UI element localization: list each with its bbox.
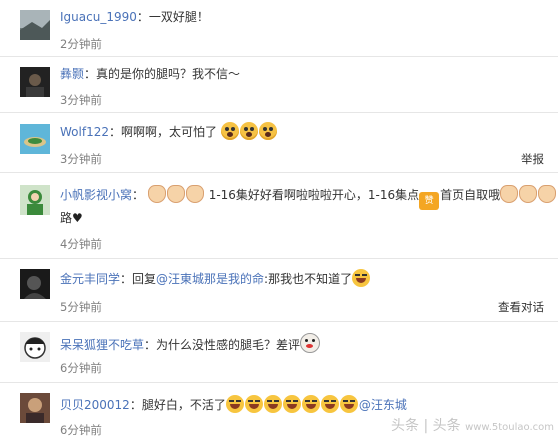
comment-username[interactable]: Wolf122: [60, 125, 109, 139]
comment-username[interactable]: 彝颢: [60, 67, 84, 81]
clap-icon: [147, 185, 166, 203]
user-avatar[interactable]: [20, 185, 50, 215]
user-avatar[interactable]: [20, 124, 50, 154]
view-conversation-link[interactable]: 查看对话: [498, 299, 544, 315]
comment-username[interactable]: 金元丰同学: [60, 272, 120, 286]
report-link[interactable]: 举报: [521, 151, 544, 167]
comment-text: ：为什么没性感的腿毛？差评: [144, 338, 301, 352]
mention-link[interactable]: @汪东城: [359, 398, 407, 412]
pig-face-icon: [300, 333, 321, 353]
comment-text: ：回复: [120, 272, 157, 286]
user-avatar[interactable]: [20, 332, 50, 362]
laugh-cry-icon: [320, 395, 339, 413]
clap-icon: [166, 185, 185, 203]
laugh-cry-icon: [244, 395, 263, 413]
clap-icon: [185, 185, 204, 203]
comment-time: 2分钟前: [60, 37, 102, 51]
comment-username[interactable]: 呆呆狐狸不吃草: [60, 338, 144, 352]
watermark-text: 头条 | 头条: [391, 418, 461, 434]
comment-item: 金元丰同学：回复@汪東城那是我的命:那我也不知道了 5分钟前 查看对话: [0, 259, 558, 321]
comment-time: 6分钟前: [60, 423, 102, 437]
clap-icon: [500, 185, 519, 203]
mention-link[interactable]: @汪東城那是我的命: [156, 272, 264, 286]
comment-text: 1-16集好好看啊啦啦啦开心，1-16集点: [208, 188, 420, 202]
watermark: 头条 | 头条 www.5toulao.com: [391, 415, 554, 435]
comment-item: Wolf122：啊啊啊，太可怕了 3分钟前 举报: [0, 113, 558, 171]
comment-text: ：真的是你的腿吗？我不信～: [84, 67, 241, 81]
user-avatar[interactable]: [20, 10, 50, 40]
comment-text: ：: [132, 188, 145, 202]
scared-face-icon: [239, 122, 258, 140]
laugh-cry-icon: [263, 395, 282, 413]
user-avatar[interactable]: [20, 393, 50, 423]
comment-time: 3分钟前: [60, 152, 102, 166]
comment-username[interactable]: 小帆影视小窝: [60, 188, 132, 202]
comment-time: 6分钟前: [60, 361, 102, 375]
comment-text: :那我也不知道了: [264, 272, 353, 286]
comment-item: 彝颢：真的是你的腿吗？我不信～ 3分钟前: [0, 57, 558, 112]
comment-item: Iguacu_1990：一双好腿！ 2分钟前: [0, 0, 558, 55]
scared-face-icon: [258, 122, 277, 140]
comment-time: 3分钟前: [60, 93, 102, 107]
comment-text: ：腿好白，不活了: [129, 398, 226, 412]
comment-username[interactable]: Iguacu_1990: [60, 10, 137, 24]
comment-username[interactable]: 贝贝200012: [60, 398, 130, 412]
praise-badge-icon: 赞: [419, 192, 440, 210]
comment-item: 呆呆狐狸不吃草：为什么没性感的腿毛？差评 6分钟前: [0, 322, 558, 382]
user-avatar[interactable]: [20, 269, 50, 299]
laugh-cry-icon: [301, 395, 320, 413]
watermark-url: www.5toulao.com: [465, 422, 554, 433]
laugh-cry-icon: [282, 395, 301, 413]
user-avatar[interactable]: [20, 67, 50, 97]
comment-time: 5分钟前: [60, 300, 102, 314]
laugh-cry-icon: [339, 395, 358, 413]
comment-item: 小帆影视小窝： 1-16集好好看啊啦啦啦开心，1-16集点赞首页自取哦 路♥ 4…: [0, 173, 558, 258]
comment-text: 路: [60, 211, 73, 225]
laugh-cry-icon: [225, 395, 244, 413]
laugh-cry-icon: [352, 269, 371, 287]
heart-icon: ♥: [72, 211, 83, 225]
clap-icon: [519, 185, 538, 203]
scared-face-icon: [220, 122, 239, 140]
clap-icon: [538, 185, 557, 203]
comment-time: 4分钟前: [60, 237, 102, 251]
comment-text: ：一双好腿！: [136, 10, 209, 24]
comment-text: 首页自取哦: [440, 188, 501, 202]
comment-text: ：啊啊啊，太可怕了: [108, 125, 217, 139]
